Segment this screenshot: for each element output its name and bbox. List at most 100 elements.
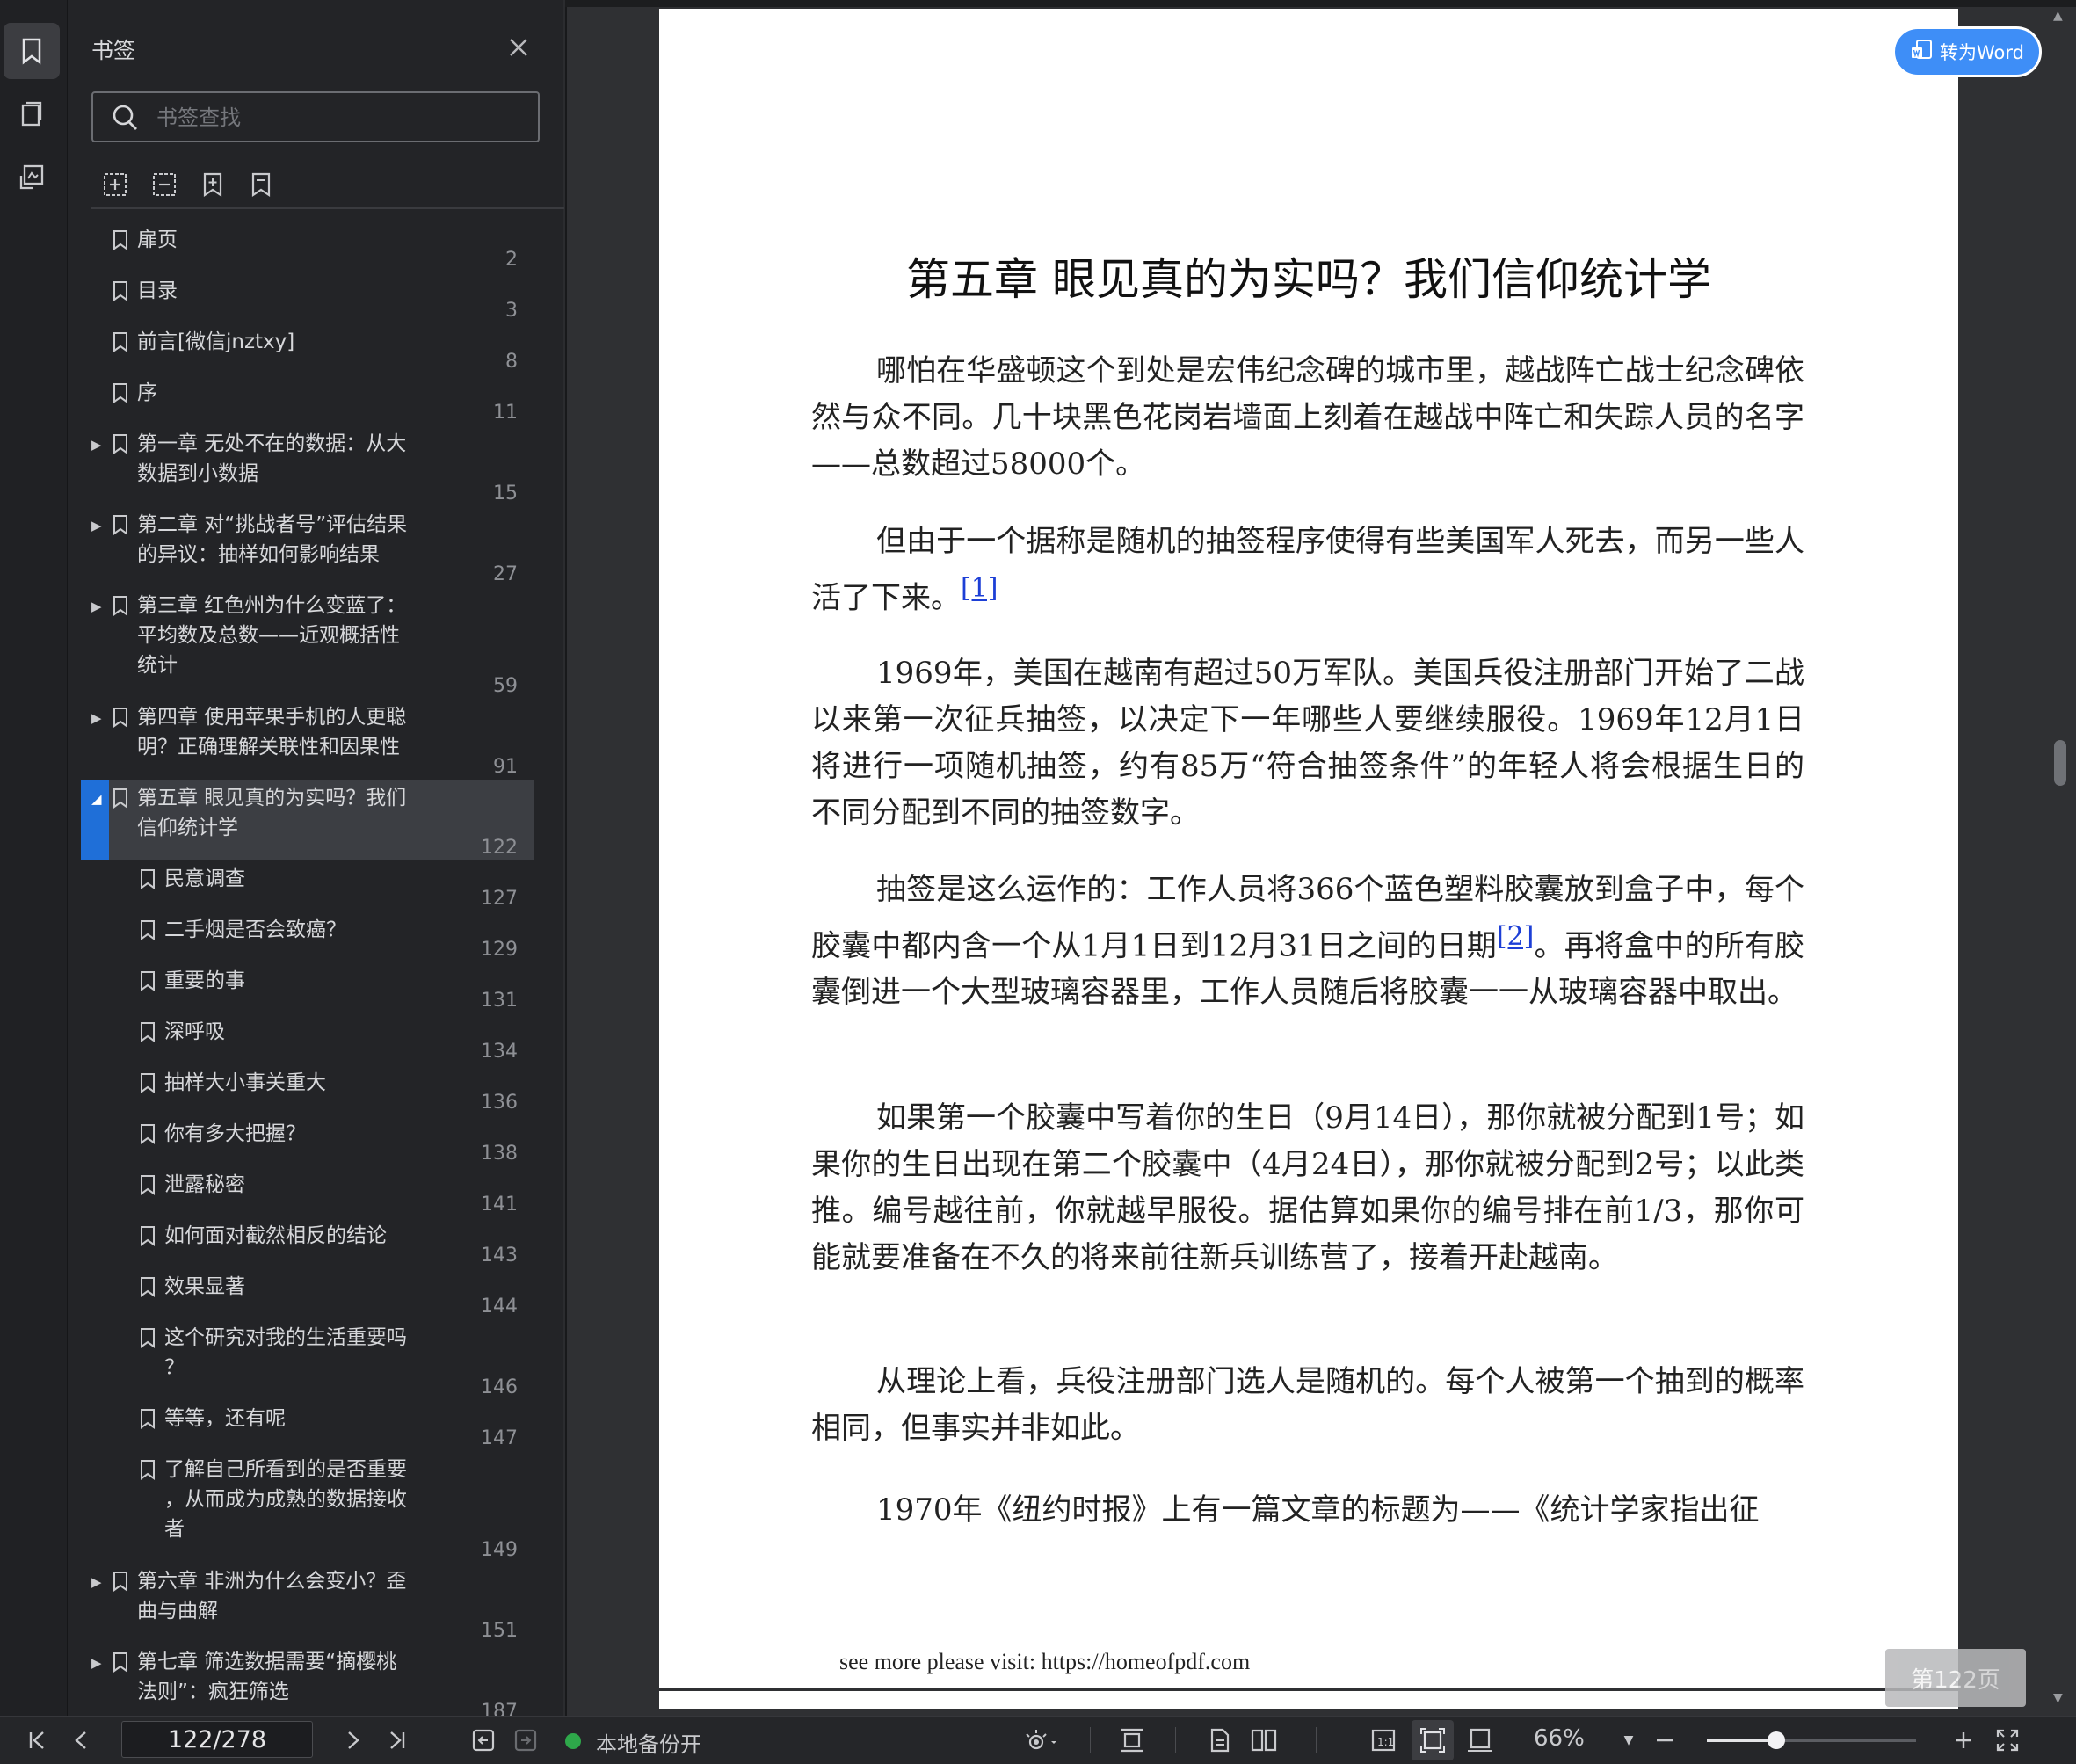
bookmark-label: 民意调查	[164, 867, 245, 890]
annotation-icon[interactable]	[4, 149, 60, 206]
bookmark-page-number: 8	[505, 351, 518, 373]
bookmark-page-number: 143	[481, 1245, 518, 1267]
bookmark-item-icon	[140, 868, 156, 893]
bookmark-icon[interactable]	[4, 23, 60, 79]
paragraph: 从理论上看，兵役注册部门选人是随机的。每个人被第一个抽到的概率相同，但事实并非如…	[811, 1364, 1804, 1446]
bookmark-item[interactable]: ▶ 第六章 非洲为什么会变小？歪 曲与曲解 151	[81, 1563, 534, 1644]
bookmark-item[interactable]: 如何面对截然相反的结论 143	[81, 1217, 534, 1268]
toolbar-separator	[1090, 1727, 1091, 1753]
bookmark-item[interactable]: 了解自己所看到的是否重要 ，从而成为成熟的数据接收 者 149	[81, 1451, 534, 1563]
document-page: 第五章 眼见真的为实吗？我们信仰统计学 哪怕在华盛顿这个到处是宏伟纪念碑的城市里…	[659, 9, 1958, 1688]
bookmark-item[interactable]: 等等，还有呢 147	[81, 1400, 534, 1451]
panel-divider	[91, 207, 564, 209]
bookmark-search	[91, 91, 540, 142]
bookmark-item[interactable]: 民意调查 127	[81, 860, 534, 911]
actual-size-icon[interactable]: 1:1	[1364, 1717, 1403, 1764]
expand-arrow-icon[interactable]: ▶	[91, 599, 102, 614]
fit-width-icon[interactable]	[1461, 1717, 1499, 1764]
zoom-slider-handle[interactable]	[1768, 1731, 1785, 1749]
fit-page-icon[interactable]	[1412, 1720, 1454, 1760]
bookmark-item[interactable]: ▶ 第二章 对“挑战者号”评估结果 的异议：抽样如何影响结果 27	[81, 506, 534, 587]
bookmark-item[interactable]: 序 11	[81, 374, 534, 425]
expand-arrow-icon[interactable]: ▶	[91, 1574, 102, 1590]
bookmark-page-number: 138	[481, 1143, 518, 1165]
convert-to-word-button[interactable]: 转为Word	[1892, 26, 2042, 77]
word-convert-icon	[1910, 39, 1933, 66]
paragraph: 1970年《纽约时报》上有一篇文章的标题为——《统计学家指出征	[876, 1492, 1760, 1528]
bookmark-item[interactable]: 这个研究对我的生活重要吗 ？ 146	[81, 1319, 534, 1400]
document-scrollbar-thumb[interactable]	[2054, 740, 2066, 786]
collapse-arrow-icon[interactable]: ◢	[91, 791, 102, 807]
bookmark-item[interactable]: 二手烟是否会致癌？ 129	[81, 911, 534, 962]
bookmark-item-icon	[113, 788, 128, 812]
single-page-view-icon[interactable]	[1113, 1717, 1151, 1764]
bookmark-item[interactable]: 泄露秘密 141	[81, 1166, 534, 1217]
bookmark-item[interactable]: 扉页 2	[81, 221, 534, 272]
close-icon[interactable]	[503, 32, 534, 63]
bookmark-label: 你有多大把握？	[164, 1122, 306, 1145]
bookmark-item[interactable]: ◢ 第五章 眼见真的为实吗？我们 信仰统计学 122	[81, 780, 534, 860]
bookmark-item-icon	[113, 1651, 128, 1676]
expand-arrow-icon[interactable]: ▶	[91, 437, 102, 453]
page-number-badge: 第122页	[1885, 1649, 2026, 1707]
go-back-icon[interactable]	[464, 1717, 503, 1764]
bookmark-page-number: 141	[481, 1194, 518, 1216]
search-input[interactable]	[155, 102, 527, 134]
bookmark-label: 第七章 筛选数据需要“摘樱桃 法则”：疯狂筛选	[137, 1651, 397, 1703]
chapter-title: 第五章 眼见真的为实吗？我们信仰统计学	[906, 254, 1711, 305]
bookmark-label: 这个研究对我的生活重要吗 ？	[164, 1326, 407, 1379]
bookmark-item[interactable]: 你有多大把握？ 138	[81, 1115, 534, 1166]
bookmark-label: 扉页	[137, 229, 178, 251]
zoom-in-icon[interactable]	[1946, 1717, 1981, 1764]
go-forward-icon[interactable]	[506, 1717, 545, 1764]
zoom-out-icon[interactable]	[1647, 1717, 1682, 1764]
bookmark-item[interactable]: 抽样大小事关重大 136	[81, 1064, 534, 1115]
bookmark-item-icon	[113, 595, 128, 620]
fullscreen-icon[interactable]	[1988, 1717, 2027, 1764]
bookmark-label: 了解自己所看到的是否重要 ，从而成为成熟的数据接收 者	[164, 1458, 407, 1541]
bookmark-label: 如何面对截然相反的结论	[164, 1224, 387, 1247]
zoom-dropdown-icon[interactable]: ▼	[1615, 1717, 1642, 1764]
bookmark-item-icon	[140, 1174, 156, 1199]
bookmark-item[interactable]: 重要的事 131	[81, 962, 534, 1013]
toolbar-separator	[1175, 1727, 1176, 1753]
bookmark-item[interactable]: ▶ 第三章 红色州为什么变蓝了： 平均数及总数——近观概括性 统计 59	[81, 587, 534, 699]
eye-protection-icon[interactable]	[1015, 1717, 1066, 1764]
thumbnail-icon[interactable]	[4, 86, 60, 142]
bookmark-label: 第一章 无处不在的数据：从大 数据到小数据	[137, 432, 407, 485]
svg-text:1:1: 1:1	[1377, 1736, 1394, 1748]
bookmark-item[interactable]: ▶ 第四章 使用苹果手机的人更聪 明？正确理解关联性和因果性 91	[81, 699, 534, 780]
bookmark-item-icon	[113, 331, 128, 356]
bookmark-item[interactable]: 前言[微信jnztxy] 8	[81, 323, 534, 374]
zoom-level[interactable]: 66%	[1534, 1725, 1585, 1752]
footnote-link[interactable]: [1]	[961, 573, 998, 604]
previous-page-icon[interactable]	[62, 1717, 100, 1764]
bookmark-item[interactable]: 目录 3	[81, 272, 534, 323]
collapse-all-icon[interactable]	[147, 167, 182, 202]
backup-status-label[interactable]: 本地备份开	[596, 1727, 701, 1758]
page-number-input[interactable]	[121, 1721, 313, 1758]
bookmark-page-number: 149	[481, 1539, 518, 1561]
bookmark-item[interactable]: ▶ 第七章 筛选数据需要“摘樱桃 法则”：疯狂筛选 187	[81, 1644, 534, 1716]
bookmark-item[interactable]: 深呼吸 134	[81, 1013, 534, 1064]
expand-all-icon[interactable]	[98, 167, 133, 202]
first-page-icon[interactable]	[18, 1717, 56, 1764]
bookmark-item-icon	[140, 1327, 156, 1352]
bookmark-page-number: 122	[481, 837, 518, 859]
bookmark-item-icon	[113, 1571, 128, 1595]
bookmark-list-icon[interactable]	[243, 167, 279, 202]
expand-arrow-icon[interactable]: ▶	[91, 518, 102, 534]
bookmark-item[interactable]: 效果显著 144	[81, 1268, 534, 1319]
add-bookmark-icon[interactable]	[195, 167, 230, 202]
expand-arrow-icon[interactable]: ▶	[91, 710, 102, 726]
expand-arrow-icon[interactable]: ▶	[91, 1655, 102, 1671]
last-page-icon[interactable]	[378, 1717, 417, 1764]
bookmark-item[interactable]: ▶ 第一章 无处不在的数据：从大 数据到小数据 15	[81, 425, 534, 506]
scroll-down-icon[interactable]: ▼	[2053, 1691, 2063, 1705]
double-page-view-icon[interactable]	[1245, 1717, 1283, 1764]
footnote-link[interactable]: [2]	[1497, 921, 1535, 952]
bookmark-page-number: 3	[505, 300, 518, 322]
scroll-up-icon[interactable]: ▲	[2053, 9, 2063, 23]
next-page-icon[interactable]	[334, 1717, 373, 1764]
continuous-view-icon[interactable]	[1201, 1717, 1239, 1764]
